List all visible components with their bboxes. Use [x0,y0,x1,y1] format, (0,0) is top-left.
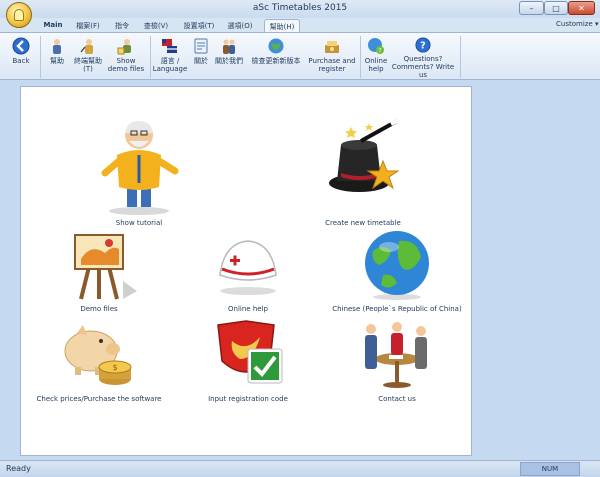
about-button[interactable]: 關於 [188,35,214,79]
online-help-icon: ? [368,38,384,55]
input-registration-code-card[interactable]: Input registration code [193,319,303,403]
ribbon-separator [460,36,461,78]
maximize-icon: □ [552,3,560,13]
tab-commands[interactable]: 指令 [110,19,134,32]
questions-label: Questions? Comments? Write us [391,55,455,79]
demo-files-icon [117,39,131,55]
online-help-label: Online help [228,305,268,313]
show-demo-files-button[interactable]: Show demo files [106,35,146,79]
show-tutorial-card[interactable]: Show tutorial [79,115,199,227]
terminal-help-label: 終端幫助(T) [74,57,102,73]
svg-text:?: ? [420,41,426,52]
help-label: 幫助 [50,57,64,65]
teacher-icon [53,39,61,54]
ribbon-toolbar: Back 幫助 終端幫助(T) Show demo files 語言 / Lan… [0,32,600,80]
purchase-software-label: Check prices/Purchase the software [36,395,162,403]
chinese-language-label: Chinese (People`s Republic of China) [332,305,462,313]
tab-file[interactable]: 檔案(F) [72,19,104,32]
easel-icon [74,234,137,300]
create-new-timetable-label: Create new timetable [325,219,401,227]
customize-label: Customize [556,20,593,28]
purchase-register-button[interactable]: Purchase and register [308,35,356,79]
purchase-software-card[interactable]: $ Check prices/Purchase the software [36,319,162,403]
tab-settings[interactable]: 設置項(T) [180,19,218,32]
tab-help[interactable]: 幫助(H) [264,19,300,32]
purchase-register-label: Purchase and register [308,57,356,73]
ribbon-separator [40,36,41,78]
close-icon: ✕ [578,3,585,13]
professor-icon [101,121,179,215]
close-button[interactable]: ✕ [568,1,595,15]
check-updates-button[interactable]: 檢查更新新版本 [244,35,308,79]
back-arrow-icon [12,37,30,55]
contact-us-label: Contact us [378,395,416,403]
check-updates-label: 檢查更新新版本 [251,57,301,65]
shield-check-icon [217,320,283,384]
tab-options[interactable]: 選項(O) [224,19,256,32]
help-button[interactable]: 幫助 [44,35,70,79]
about-us-button[interactable]: 關於我們 [214,35,244,79]
back-button[interactable]: Back [6,35,36,79]
ribbon-separator [150,36,151,78]
about-label: 關於 [194,57,208,65]
bell-icon [14,9,24,21]
maximize-button[interactable]: □ [544,1,568,15]
globe-icon [365,231,429,300]
back-label: Back [12,57,30,65]
num-lock-indicator: NUM [520,462,580,476]
chinese-language-card[interactable]: Chinese (People`s Republic of China) [327,229,467,313]
online-help-card[interactable]: Online help [193,229,303,313]
title-bar: aSc Timetables 2015 – □ ✕ [0,0,600,18]
minimize-button[interactable]: – [519,1,544,15]
show-tutorial-label: Show tutorial [115,219,163,227]
minimize-icon: – [529,3,534,13]
people-icon [223,39,235,54]
question-icon: ? [415,37,431,53]
svg-text:?: ? [378,48,381,55]
meeting-icon [365,322,427,388]
piggy-bank-icon: $ [64,325,132,385]
nurse-cap-icon [219,240,277,295]
about-us-label: 關於我們 [215,57,243,65]
tab-main[interactable]: Main [38,19,68,32]
language-label: 語言 / Language [152,57,188,73]
help-teacher-icon [80,39,93,54]
demo-files-card[interactable]: Demo files [49,229,149,313]
window-title: aSc Timetables 2015 [252,3,348,13]
language-button[interactable]: 語言 / Language [152,35,188,79]
show-demo-files-label: Show demo files [107,57,145,73]
chevron-down-icon: ▾ [594,20,599,28]
tab-view[interactable]: 查檢(V) [140,19,172,32]
language-flags-icon [162,39,177,53]
menu-bar: Main 檔案(F) 指令 查檢(V) 設置項(T) 選項(O) 幫助(H) [0,18,600,32]
status-bar: Ready NUM [0,460,600,477]
app-menu-button[interactable] [6,2,32,28]
contact-us-card[interactable]: Contact us [357,319,437,403]
input-registration-code-label: Input registration code [208,395,288,403]
about-icon [194,38,208,54]
questions-button[interactable]: ? Questions? Comments? Write us [390,35,456,79]
terminal-help-button[interactable]: 終端幫助(T) [70,35,106,79]
status-text: Ready [6,464,31,473]
online-help-button[interactable]: ? Online help [362,35,390,79]
magic-hat-icon [329,118,400,192]
customize-menu[interactable]: Customize ▾ [556,20,599,28]
demo-files-label: Demo files [80,305,118,313]
globe-update-icon [268,38,284,54]
online-help-label: Online help [364,57,388,73]
purchase-icon [325,41,339,53]
start-page: Show tutorial Create new timetable Demo … [20,86,472,456]
create-new-timetable-card[interactable]: Create new timetable [303,115,423,227]
ribbon-separator [360,36,361,78]
svg-text:$: $ [112,363,117,372]
